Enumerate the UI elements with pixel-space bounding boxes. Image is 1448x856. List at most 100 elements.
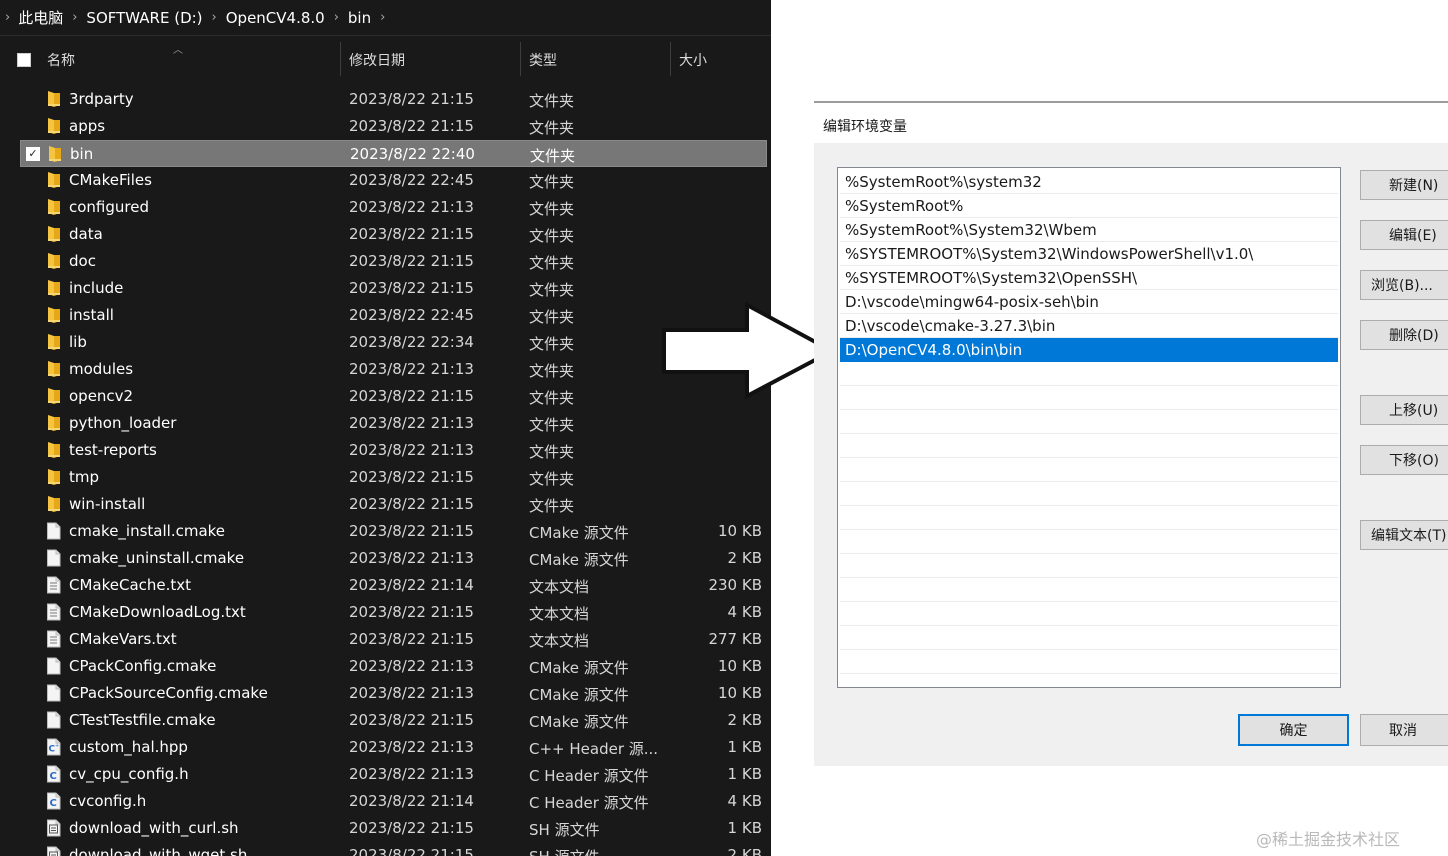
file-icon bbox=[46, 657, 62, 675]
column-header-date[interactable]: 修改日期 bbox=[349, 38, 405, 82]
file-row[interactable]: data 2023/8/22 21:15 文件夹 bbox=[20, 221, 767, 248]
empty-path-slot[interactable] bbox=[840, 626, 1338, 650]
file-row[interactable]: CPackSourceConfig.cmake 2023/8/22 21:13 CM… bbox=[20, 680, 767, 707]
delete-button[interactable]: 删除(D) bbox=[1360, 320, 1448, 350]
column-header-size[interactable]: 大小 bbox=[679, 38, 707, 82]
file-row[interactable]: opencv2 2023/8/22 21:15 文件夹 bbox=[20, 383, 767, 410]
file-size: 10 KB bbox=[718, 522, 762, 540]
file-type: SH 源文件 bbox=[529, 846, 600, 856]
file-row[interactable]: download_with_curl.sh 2023/8/22 21:15 SH 源… bbox=[20, 815, 767, 842]
file-row[interactable]: tmp 2023/8/22 21:15 文件夹 bbox=[20, 464, 767, 491]
file-row[interactable]: win-install 2023/8/22 21:15 文件夹 bbox=[20, 491, 767, 518]
file-date: 2023/8/22 21:14 bbox=[349, 792, 474, 810]
path-item[interactable]: %SYSTEMROOT%\System32\WindowsPowerShell\… bbox=[840, 242, 1338, 266]
file-row[interactable]: cmake_install.cmake 2023/8/22 21:15 CMake … bbox=[20, 518, 767, 545]
column-header-type[interactable]: 类型 bbox=[529, 38, 557, 82]
chevron-right-icon[interactable]: › bbox=[325, 10, 348, 25]
folder-icon bbox=[46, 225, 62, 243]
path-item[interactable]: D:\vscode\cmake-3.27.3\bin bbox=[840, 314, 1338, 338]
empty-path-slot[interactable] bbox=[840, 530, 1338, 554]
file-name: tmp bbox=[69, 468, 100, 486]
file-type: 文件夹 bbox=[529, 416, 575, 434]
file-row[interactable]: ✓ bin 2023/8/22 22:40 文件夹 bbox=[20, 140, 767, 167]
file-row[interactable]: apps 2023/8/22 21:15 文件夹 bbox=[20, 113, 767, 140]
chevron-right-icon[interactable]: › bbox=[63, 10, 86, 25]
file-name: CMakeFiles bbox=[69, 171, 152, 189]
edit-button[interactable]: 编辑(E) bbox=[1360, 220, 1448, 250]
empty-path-slot[interactable] bbox=[840, 602, 1338, 626]
column-divider[interactable] bbox=[340, 42, 341, 76]
file-row[interactable]: CPackConfig.cmake 2023/8/22 21:13 CMake 源文… bbox=[20, 653, 767, 680]
chevron-right-icon[interactable]: › bbox=[371, 10, 394, 25]
file-type: 文件夹 bbox=[529, 92, 575, 110]
path-list[interactable]: %SystemRoot%\system32 %SystemRoot% %System… bbox=[837, 167, 1341, 688]
file-row[interactable]: CMakeDownloadLog.txt 2023/8/22 21:15 文本文档 4… bbox=[20, 599, 767, 626]
empty-path-slot[interactable] bbox=[840, 578, 1338, 602]
file-row[interactable]: cmake_uninstall.cmake 2023/8/22 21:13 CMak… bbox=[20, 545, 767, 572]
breadcrumb-item[interactable]: SOFTWARE (D:) bbox=[86, 9, 202, 27]
column-header-name[interactable]: 名称 bbox=[47, 38, 75, 82]
path-item[interactable]: D:\vscode\mingw64-posix-seh\bin bbox=[840, 290, 1338, 314]
browse-button[interactable]: 浏览(B)... bbox=[1360, 270, 1448, 300]
file-date: 2023/8/22 22:34 bbox=[349, 333, 474, 351]
move-down-button[interactable]: 下移(O) bbox=[1360, 445, 1448, 475]
path-item[interactable]: %SystemRoot%\System32\Wbem bbox=[840, 218, 1338, 242]
column-divider[interactable] bbox=[520, 42, 521, 76]
file-row[interactable]: test-reports 2023/8/22 21:13 文件夹 bbox=[20, 437, 767, 464]
file-row[interactable]: 3rdparty 2023/8/22 21:15 文件夹 bbox=[20, 86, 767, 113]
file-row[interactable]: python_loader 2023/8/22 21:13 文件夹 bbox=[20, 410, 767, 437]
file-name: download_with_curl.sh bbox=[69, 819, 239, 837]
empty-path-slot[interactable] bbox=[840, 362, 1338, 386]
file-date: 2023/8/22 21:13 bbox=[349, 657, 474, 675]
file-row[interactable]: lib 2023/8/22 22:34 文件夹 bbox=[20, 329, 767, 356]
empty-path-slot[interactable] bbox=[840, 458, 1338, 482]
edit-text-button[interactable]: 编辑文本(T) bbox=[1360, 520, 1448, 550]
path-item[interactable]: %SYSTEMROOT%\System32\OpenSSH\ bbox=[840, 266, 1338, 290]
breadcrumb-item[interactable]: 此电脑 bbox=[18, 7, 63, 28]
file-size: 2 KB bbox=[727, 846, 762, 856]
file-row[interactable]: CMakeFiles 2023/8/22 22:45 文件夹 bbox=[20, 167, 767, 194]
file-name: CTestTestfile.cmake bbox=[69, 711, 216, 729]
path-item[interactable]: %SystemRoot%\system32 bbox=[840, 170, 1338, 194]
file-row[interactable]: Ccv_cpu_config.h 2023/8/22 21:13 C Header … bbox=[20, 761, 767, 788]
file-date: 2023/8/22 21:13 bbox=[349, 414, 474, 432]
new-button[interactable]: 新建(N) bbox=[1360, 170, 1448, 200]
file-type: 文件夹 bbox=[529, 308, 575, 326]
file-row[interactable]: C + custom_hal.hpp 2023/8/22 21:13 C++ Heade… bbox=[20, 734, 767, 761]
file-name: download_with_wget.sh bbox=[69, 846, 248, 856]
file-row[interactable]: modules 2023/8/22 21:13 文件夹 bbox=[20, 356, 767, 383]
path-item[interactable]: %SystemRoot% bbox=[840, 194, 1338, 218]
breadcrumb-item[interactable]: OpenCV4.8.0 bbox=[226, 9, 325, 27]
file-row[interactable]: Ccvconfig.h 2023/8/22 21:14 C Header 源文件 4 … bbox=[20, 788, 767, 815]
empty-path-slot[interactable] bbox=[840, 554, 1338, 578]
cancel-button[interactable]: 取消 bbox=[1360, 714, 1448, 746]
empty-path-slot[interactable] bbox=[840, 410, 1338, 434]
move-up-button[interactable]: 上移(U) bbox=[1360, 395, 1448, 425]
file-date: 2023/8/22 21:15 bbox=[349, 225, 474, 243]
file-type: 文件夹 bbox=[529, 389, 575, 407]
file-row[interactable]: CMakeVars.txt 2023/8/22 21:15 文本文档 277 KB bbox=[20, 626, 767, 653]
file-date: 2023/8/22 22:40 bbox=[350, 145, 475, 163]
breadcrumb-item[interactable]: bin bbox=[348, 9, 371, 27]
file-row[interactable]: CMakeCache.txt 2023/8/22 21:14 文本文档 230 KB bbox=[20, 572, 767, 599]
empty-path-slot[interactable] bbox=[840, 482, 1338, 506]
chevron-right-icon[interactable]: › bbox=[203, 10, 226, 25]
file-row[interactable]: download_with_wget.sh 2023/8/22 21:15 SH 源… bbox=[20, 842, 767, 856]
path-item[interactable]: D:\OpenCV4.8.0\bin\bin bbox=[840, 338, 1338, 362]
file-row[interactable]: CTestTestfile.cmake 2023/8/22 21:15 CMake … bbox=[20, 707, 767, 734]
ok-button[interactable]: 确定 bbox=[1238, 714, 1349, 746]
file-row[interactable]: doc 2023/8/22 21:15 文件夹 bbox=[20, 248, 767, 275]
empty-path-slot[interactable] bbox=[840, 650, 1338, 674]
file-row[interactable]: include 2023/8/22 21:15 文件夹 bbox=[20, 275, 767, 302]
column-divider[interactable] bbox=[670, 42, 671, 76]
row-checkbox[interactable]: ✓ bbox=[26, 147, 40, 161]
empty-path-slot[interactable] bbox=[840, 506, 1338, 530]
file-name: include bbox=[69, 279, 124, 297]
file-row[interactable]: install 2023/8/22 22:45 文件夹 bbox=[20, 302, 767, 329]
select-all-checkbox[interactable] bbox=[17, 53, 31, 67]
empty-path-slot[interactable] bbox=[840, 434, 1338, 458]
folder-icon bbox=[46, 468, 62, 486]
empty-path-slot[interactable] bbox=[840, 386, 1338, 410]
chevron-right-icon[interactable]: › bbox=[0, 10, 18, 25]
file-row[interactable]: configured 2023/8/22 21:13 文件夹 bbox=[20, 194, 767, 221]
